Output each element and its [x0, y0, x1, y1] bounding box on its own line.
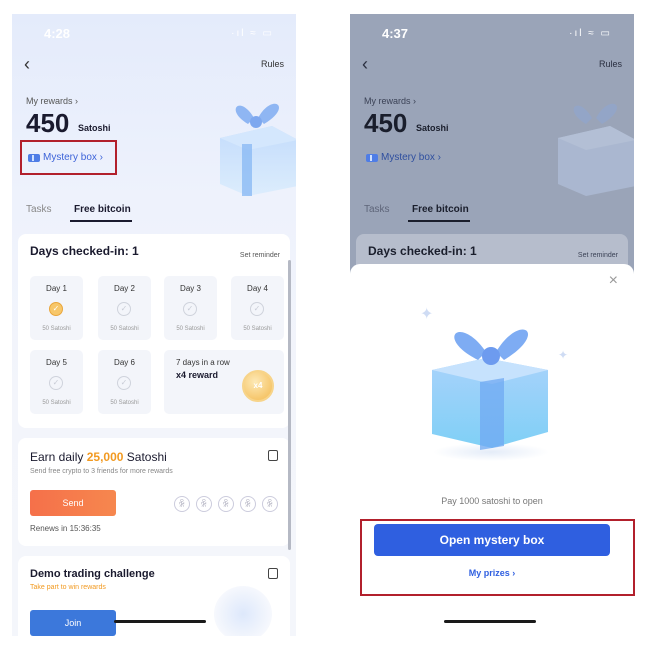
person-icon[interactable]: ꆜ — [240, 496, 256, 512]
my-rewards-link[interactable]: My rewards › — [364, 96, 416, 106]
close-icon[interactable]: × — [609, 272, 618, 290]
unchecked-icon: ✓ — [117, 302, 131, 316]
tab-tasks[interactable]: Tasks — [364, 204, 390, 215]
status-icons: ·ıl ≈ ▭ — [569, 28, 612, 39]
day-reward: 50 Satoshi — [42, 326, 71, 332]
rules-link[interactable]: Rules — [599, 59, 622, 69]
back-button[interactable]: ‹ — [362, 54, 368, 75]
tab-free-bitcoin[interactable]: Free bitcoin — [412, 204, 469, 215]
calendar-icon[interactable] — [268, 568, 278, 579]
earn-suffix: Satoshi — [126, 450, 167, 464]
ticket-icon — [366, 153, 378, 162]
active-tab-indicator — [408, 220, 470, 222]
unchecked-icon: ✓ — [183, 302, 197, 316]
renews-timer: Renews in 15:36:35 — [30, 524, 101, 533]
reward-unit: Satoshi — [416, 123, 449, 133]
day-card[interactable]: Day 2 ✓ 50 Satoshi — [98, 276, 151, 340]
day-card[interactable]: Day 5 ✓ 50 Satoshi — [30, 350, 83, 414]
send-button[interactable]: Send — [30, 490, 116, 516]
day-label: Day 1 — [46, 284, 67, 293]
my-rewards-link[interactable]: My rewards › — [26, 96, 78, 106]
gift-box-illustration — [432, 329, 549, 461]
gift-box-illustration — [220, 103, 296, 196]
day-card[interactable]: Day 1 ✓ 50 Satoshi — [30, 276, 83, 340]
day-label: Day 2 — [114, 284, 135, 293]
calendar-icon[interactable] — [268, 450, 278, 461]
unchecked-icon: ✓ — [117, 376, 131, 390]
person-icon[interactable]: ꆜ — [262, 496, 278, 512]
day-reward: 50 Satoshi — [176, 326, 205, 332]
day7-streak-text: 7 days in a row — [176, 358, 230, 367]
day-reward: 50 Satoshi — [110, 326, 139, 332]
gift-box-illustration — [558, 103, 634, 196]
day7-reward-text: x4 reward — [176, 370, 219, 380]
trophy-illustration — [214, 586, 272, 636]
days-checked-in-title: Days checked-in: 1 — [368, 244, 477, 258]
day-label: Day 3 — [180, 284, 201, 293]
earn-daily-title: Earn daily 25,000 Satoshi — [30, 450, 167, 464]
active-tab-indicator — [70, 220, 132, 222]
unchecked-icon: ✓ — [49, 376, 63, 390]
day-label: Day 5 — [46, 358, 67, 367]
demo-trading-card: Demo trading challenge Take part to win … — [18, 556, 290, 636]
status-time: 4:37 — [382, 26, 409, 41]
day-card[interactable]: Day 6 ✓ 50 Satoshi — [98, 350, 151, 414]
join-button[interactable]: Join — [30, 610, 116, 636]
reward-points: 450 — [364, 108, 408, 138]
earn-daily-card: Earn daily 25,000 Satoshi Send free cryp… — [18, 438, 290, 546]
demo-trading-subtitle: Take part to win rewards — [30, 584, 106, 591]
earn-subtitle: Send free crypto to 3 friends for more r… — [30, 468, 173, 475]
status-time: 4:28 — [44, 26, 71, 41]
home-indicator — [444, 620, 536, 623]
person-icon[interactable]: ꆜ — [174, 496, 190, 512]
person-icon[interactable]: ꆜ — [196, 496, 212, 512]
highlight-box-open — [360, 519, 635, 596]
day-reward: 50 Satoshi — [243, 326, 272, 332]
set-reminder-link[interactable]: Set reminder — [240, 252, 280, 259]
demo-trading-title: Demo trading challenge — [30, 568, 155, 580]
tab-tasks[interactable]: Tasks — [26, 204, 52, 215]
mystery-box-label: Mystery box › — [381, 152, 442, 163]
back-button[interactable]: ‹ — [24, 54, 30, 75]
person-icon[interactable]: ꆜ — [218, 496, 234, 512]
day-label: Day 6 — [114, 358, 135, 367]
day-card[interactable]: Day 3 ✓ 50 Satoshi — [164, 276, 217, 340]
reward-unit: Satoshi — [78, 123, 111, 133]
day-reward: 50 Satoshi — [110, 400, 139, 406]
day7-bonus-card[interactable]: 7 days in a row x4 reward x4 — [164, 350, 284, 414]
checked-icon: ✓ — [49, 302, 63, 316]
unchecked-icon: ✓ — [250, 302, 264, 316]
mystery-box-link[interactable]: Mystery box › — [366, 152, 441, 163]
status-icons: ·ıl ≈ ▭ — [231, 28, 274, 39]
day-reward: 50 Satoshi — [42, 400, 71, 406]
friend-slots: ꆜ ꆜ ꆜ ꆜ ꆜ — [174, 496, 278, 512]
reward-points: 450 — [26, 108, 70, 138]
checkin-card: Days checked-in: 1 Set reminder Day 1 ✓ … — [18, 234, 290, 428]
pay-to-open-text: Pay 1000 satoshi to open — [441, 496, 543, 506]
left-phone-screen: 4:28 ·ıl ≈ ▭ ‹ Rules My rewards › 450 Sa… — [12, 14, 296, 636]
scrollbar[interactable] — [288, 260, 291, 550]
earn-amount: 25,000 — [86, 450, 124, 464]
earn-prefix: Earn daily — [30, 450, 84, 464]
highlight-box-mystery — [20, 140, 117, 175]
day-label: Day 4 — [247, 284, 268, 293]
coin-icon: x4 — [242, 370, 274, 402]
tab-free-bitcoin[interactable]: Free bitcoin — [74, 204, 131, 215]
days-checked-in-title: Days checked-in: 1 — [30, 244, 139, 258]
set-reminder-link[interactable]: Set reminder — [578, 252, 618, 259]
home-indicator — [114, 620, 206, 623]
rules-link[interactable]: Rules — [261, 59, 284, 69]
day-card[interactable]: Day 4 ✓ 50 Satoshi — [231, 276, 284, 340]
